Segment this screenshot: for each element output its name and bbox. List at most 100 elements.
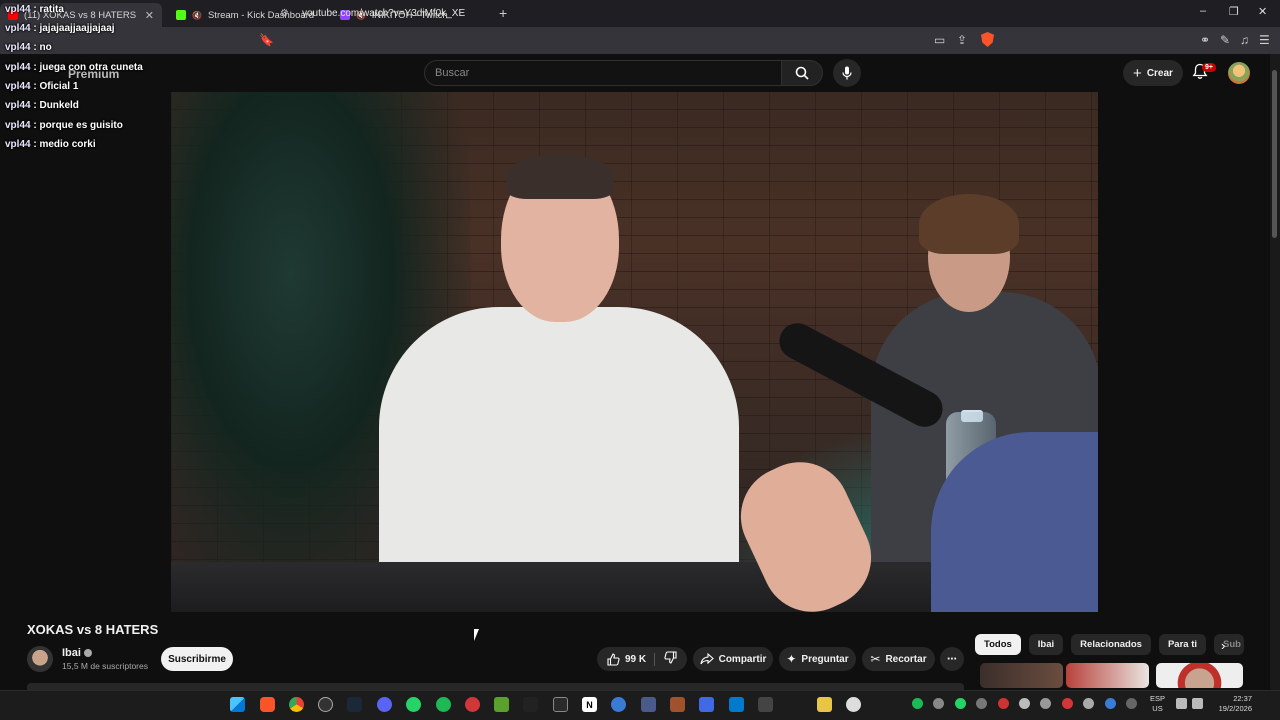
- related-video-thumbnail[interactable]: [980, 663, 1063, 688]
- avatar[interactable]: [1228, 62, 1250, 84]
- app-icon[interactable]: [817, 697, 832, 712]
- subscriber-count: 15,5 M de suscriptores: [62, 661, 148, 671]
- chat-message: vpl44 : medio corki: [5, 139, 96, 150]
- tray-icon[interactable]: [1126, 698, 1137, 709]
- notification-count-badge: 9+: [1202, 63, 1216, 72]
- spotify-tray-icon[interactable]: [912, 698, 923, 709]
- dislike-button[interactable]: [660, 651, 677, 667]
- ask-button[interactable]: ✦ Preguntar: [779, 647, 856, 671]
- discord-icon[interactable]: [377, 697, 392, 712]
- create-button[interactable]: + Crear: [1123, 60, 1183, 86]
- verified-icon: [83, 649, 92, 657]
- like-count: 99 K: [624, 653, 647, 665]
- clock-date: 19/2/2026: [1218, 704, 1252, 713]
- more-actions-button[interactable]: ⋯: [940, 647, 964, 671]
- site-settings-icon[interactable]: ⚙: [280, 8, 292, 19]
- tray-icon[interactable]: [1105, 698, 1116, 709]
- windows-start-icon[interactable]: [230, 697, 245, 712]
- url-field[interactable]: ⚙ youtube.com/watch?v=Y3diMf0k_XE: [280, 3, 1000, 24]
- video-frame-person: [379, 307, 739, 597]
- share-page-icon[interactable]: ⇪: [957, 33, 967, 47]
- scrollbar-thumb[interactable]: [1272, 70, 1277, 238]
- muted-icon: 🔇: [192, 10, 202, 20]
- network-icon[interactable]: [1176, 698, 1187, 709]
- share-label: Compartir: [718, 653, 767, 665]
- tray-icon[interactable]: [1040, 698, 1051, 709]
- plus-icon: +: [1133, 64, 1142, 82]
- whatsapp-icon[interactable]: [406, 697, 421, 712]
- clock-time: 22:37: [1233, 694, 1252, 703]
- chrome-icon[interactable]: [289, 697, 304, 712]
- related-video-thumbnail[interactable]: [1066, 663, 1149, 688]
- cast-icon[interactable]: ▭: [934, 33, 945, 47]
- chip-para-ti[interactable]: Para ti: [1158, 634, 1206, 655]
- thumbs-up-icon: [607, 652, 620, 666]
- bookmark-icon[interactable]: 🔖: [259, 33, 274, 47]
- spotify-icon[interactable]: [436, 697, 451, 712]
- share-button[interactable]: Compartir: [693, 647, 773, 671]
- vpn-icon[interactable]: ⚭: [1200, 33, 1210, 47]
- tray-icon[interactable]: [976, 698, 987, 709]
- minimize-button[interactable]: –: [1200, 5, 1206, 17]
- minecraft-icon[interactable]: [494, 697, 509, 712]
- volume-icon[interactable]: [1192, 698, 1203, 709]
- related-video-thumbnail[interactable]: [1156, 663, 1243, 688]
- channel-avatar[interactable]: [27, 646, 53, 672]
- menu-icon[interactable]: ☰: [1259, 33, 1270, 47]
- media-icon[interactable]: ♫: [1240, 33, 1249, 47]
- system-clock[interactable]: 22:37 19/2/2026: [1212, 694, 1252, 714]
- chip-ibai[interactable]: Ibai: [1028, 634, 1064, 655]
- headset-icon[interactable]: [1083, 698, 1094, 709]
- vscode-icon[interactable]: [729, 697, 744, 712]
- brave-browser-icon[interactable]: [260, 697, 275, 712]
- ask-label: Preguntar: [801, 653, 849, 665]
- app-icon[interactable]: [699, 697, 714, 712]
- chip-relacionados[interactable]: Relacionados: [1071, 634, 1151, 655]
- related-chips: Todos Ibai Relacionados Para ti Sub: [975, 634, 1244, 656]
- steam-icon[interactable]: [347, 697, 362, 712]
- mouse-cursor-icon: [474, 629, 484, 641]
- riot-client-icon[interactable]: [465, 697, 480, 712]
- extensions-icon[interactable]: ✎: [1220, 33, 1230, 47]
- video-player[interactable]: [171, 92, 1098, 612]
- close-window-button[interactable]: ✕: [1258, 5, 1267, 18]
- chat-message: vpl44 : ratita: [5, 4, 64, 15]
- create-label: Crear: [1146, 67, 1173, 79]
- app-icon[interactable]: [611, 697, 626, 712]
- chip-sub[interactable]: Sub: [1214, 634, 1244, 655]
- notion-icon[interactable]: N: [582, 697, 597, 712]
- language-indicator[interactable]: ESP US: [1150, 694, 1165, 714]
- keyboard-layout: US: [1152, 704, 1163, 713]
- tray-icon[interactable]: [998, 698, 1009, 709]
- channel-name-link[interactable]: Ibai: [62, 647, 81, 659]
- kick-favicon-icon: [176, 10, 186, 20]
- like-button[interactable]: 99 K: [607, 652, 656, 666]
- close-tab-icon[interactable]: ✕: [145, 9, 154, 22]
- app-icon[interactable]: [670, 697, 685, 712]
- clip-label: Recortar: [885, 653, 927, 665]
- microphone-icon: [842, 66, 852, 80]
- epic-games-icon[interactable]: [553, 697, 568, 712]
- chip-todos[interactable]: Todos: [975, 634, 1021, 655]
- app-icon[interactable]: [846, 697, 861, 712]
- tray-icon[interactable]: [1019, 698, 1030, 709]
- voice-search-button[interactable]: [833, 59, 861, 87]
- chips-next-chevron-icon[interactable]: ›: [1221, 638, 1225, 653]
- chat-message: vpl44 : no: [5, 42, 52, 53]
- tray-icon[interactable]: [933, 698, 944, 709]
- obs-icon[interactable]: [318, 697, 333, 712]
- share-icon: [700, 653, 714, 665]
- video-frame-person: [506, 154, 614, 199]
- whatsapp-tray-icon[interactable]: [955, 698, 966, 709]
- restore-button[interactable]: ❐: [1229, 5, 1239, 18]
- search-input[interactable]: Buscar: [424, 60, 782, 86]
- app-icon[interactable]: [641, 697, 656, 712]
- language-code: ESP: [1150, 694, 1166, 703]
- subscribe-button[interactable]: Suscribirme: [161, 647, 233, 671]
- capcut-icon[interactable]: [523, 697, 538, 712]
- tray-icon[interactable]: [1062, 698, 1073, 709]
- clip-button[interactable]: ✂ Recortar: [862, 647, 935, 671]
- search-button[interactable]: [781, 60, 823, 86]
- app-icon[interactable]: [758, 697, 773, 712]
- channel-name[interactable]: Ibai: [62, 647, 92, 659]
